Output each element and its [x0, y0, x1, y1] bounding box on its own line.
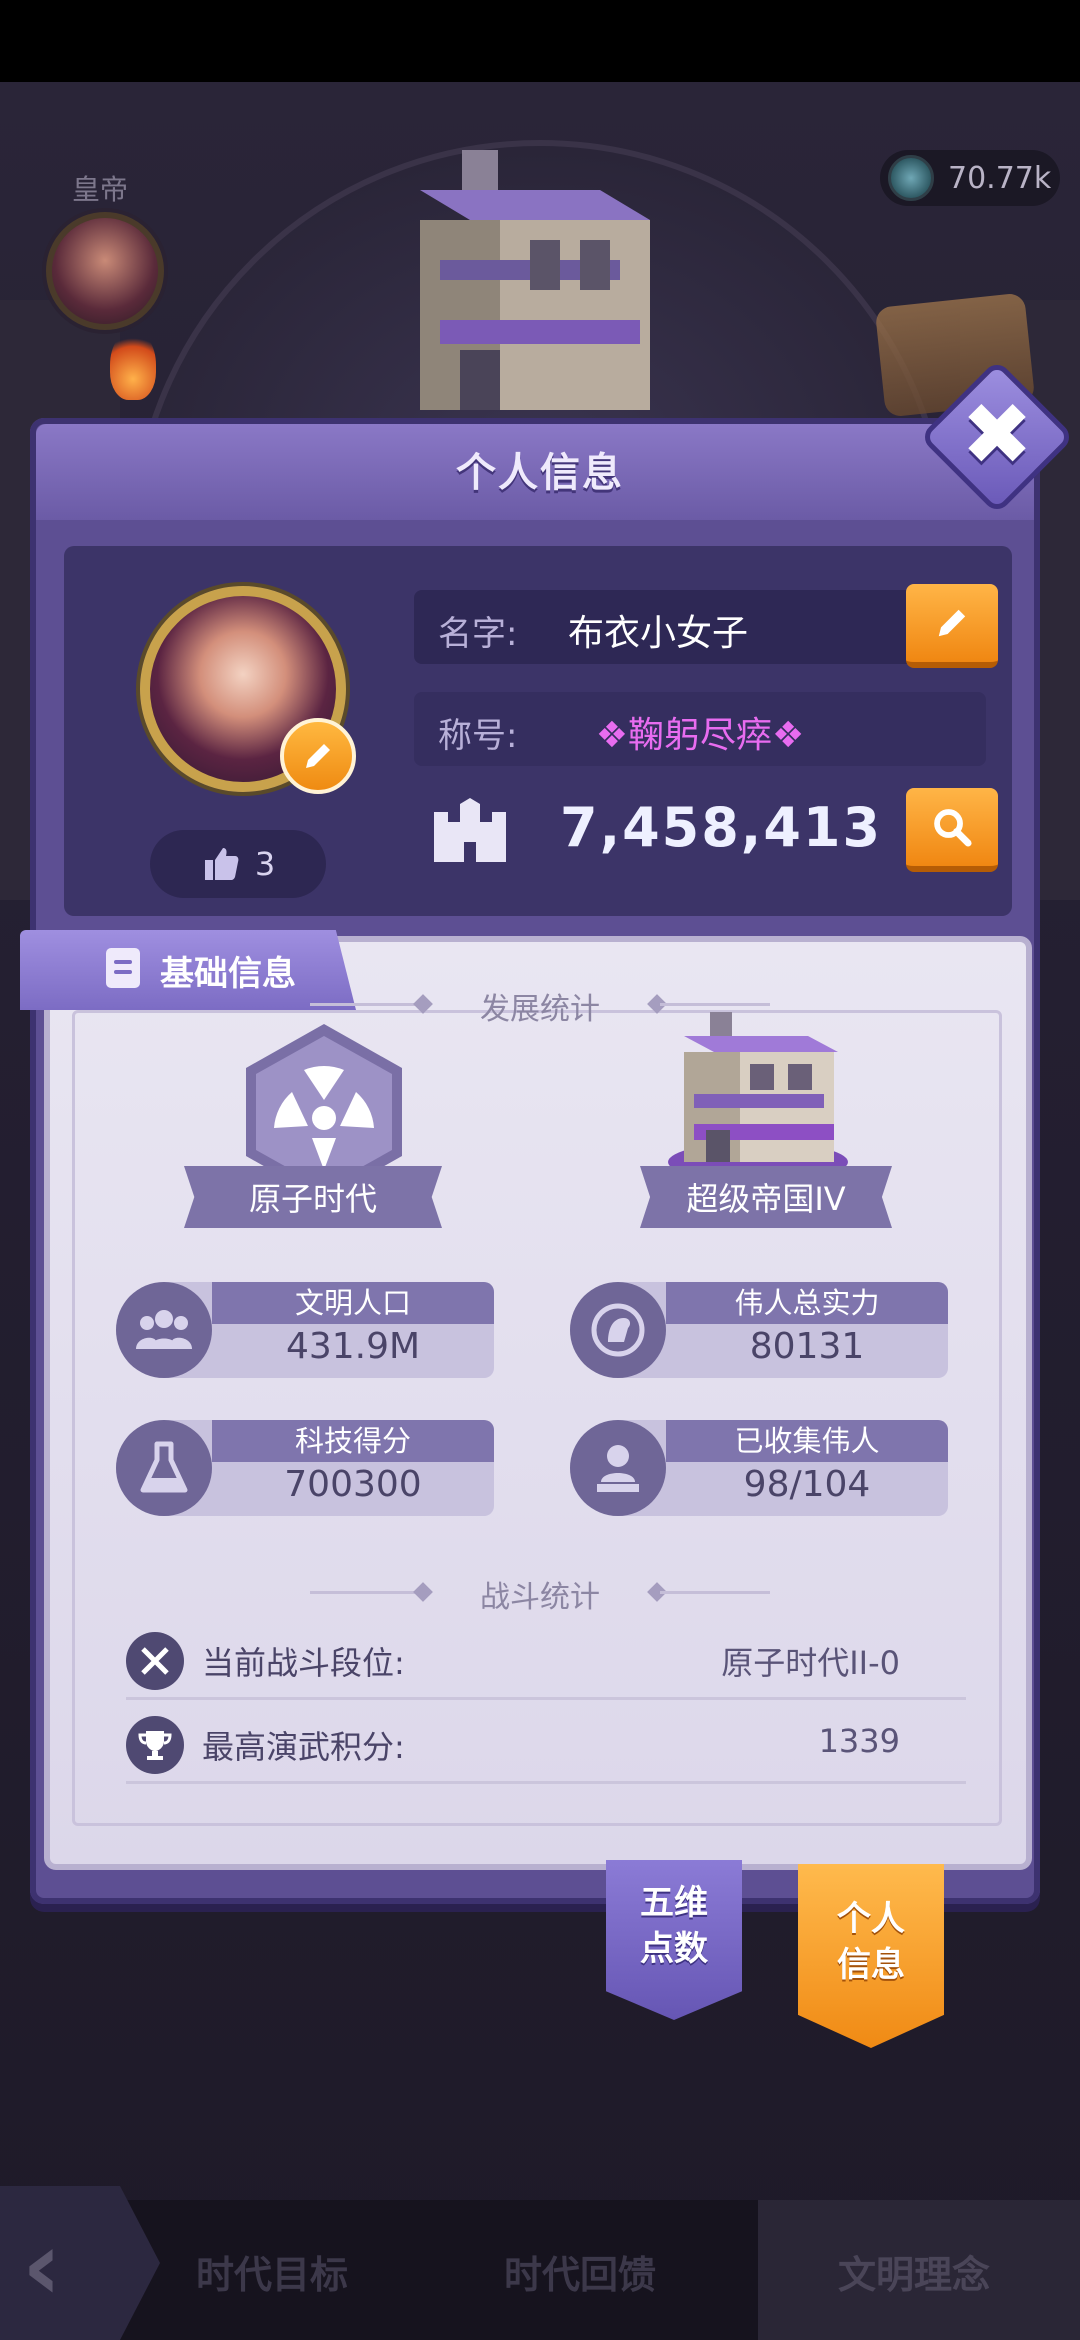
avatar-edit-button[interactable] [280, 718, 356, 794]
people-icon [116, 1282, 212, 1378]
power-value: 7,458,413 [560, 796, 883, 859]
currency-value: 70.77k [948, 160, 1052, 196]
arena-score-label: 最高演武积分: [202, 1728, 405, 1766]
castle-icon [434, 798, 506, 862]
name-value: 布衣小女子 [568, 613, 749, 654]
arena-score-row: 最高演武积分: 1339 [126, 1702, 966, 1784]
divider [660, 1003, 770, 1006]
nav-era-goal[interactable]: 时代目标 [196, 2244, 348, 2299]
tab-five-dimensions-label: 五维 点数 [640, 1883, 708, 1969]
trophy-icon [126, 1716, 184, 1774]
battle-rank-value: 原子时代II-0 [721, 1644, 900, 1682]
like-button[interactable]: 3 [150, 830, 326, 898]
flask-icon [116, 1420, 212, 1516]
name-label: 名字: [438, 614, 518, 654]
title-value: ❖鞠躬尽瘁❖ [595, 715, 805, 756]
search-button[interactable] [906, 788, 998, 872]
pencil-icon [306, 744, 330, 768]
currency-display[interactable]: 70.77k [880, 150, 1060, 206]
bust-icon [570, 1420, 666, 1516]
panel-title: 个人信息 [456, 450, 624, 496]
stat-tech-score: 科技得分 700300 [116, 1420, 494, 1516]
empire-name-ribbon: 超级帝国IV [640, 1166, 892, 1228]
title-field: 称号: ❖鞠躬尽瘁❖ [414, 692, 986, 766]
divider [660, 1591, 770, 1594]
edit-name-button[interactable] [906, 584, 998, 668]
pencil-icon [938, 609, 966, 637]
battle-rank-label: 当前战斗段位: [202, 1644, 405, 1682]
dev-section-heading: 发展统计 [480, 992, 600, 1027]
close-icon: ✖ [960, 385, 1034, 485]
close-button[interactable]: ✖ [919, 359, 1075, 515]
stat-label: 伟人总实力 [666, 1282, 948, 1324]
stat-label: 已收集伟人 [666, 1420, 948, 1462]
era-name: 原子时代 [248, 1180, 377, 1218]
tab-personal-info-label: 个人 信息 [837, 1899, 905, 1985]
nav-civilization-idea[interactable]: 文明理念 [838, 2244, 990, 2299]
coin-icon [888, 155, 934, 201]
empire-building-icon[interactable] [658, 1012, 858, 1182]
document-icon [106, 948, 140, 988]
battle-section-heading: 战斗统计 [480, 1580, 600, 1615]
like-count: 3 [254, 845, 276, 883]
stat-collected-great-people: 已收集伟人 98/104 [570, 1420, 948, 1516]
portrait-icon [570, 1282, 666, 1378]
arena-score-value: 1339 [818, 1722, 900, 1760]
stat-value: 80131 [749, 1326, 865, 1367]
stat-value: 98/104 [743, 1464, 871, 1505]
status-bar [0, 0, 1080, 82]
torch-icon [110, 330, 156, 400]
name-field: 名字: 布衣小女子 [414, 590, 986, 664]
stat-great-people-power: 伟人总实力 80131 [570, 1282, 948, 1378]
stat-value: 431.9M [285, 1326, 421, 1367]
stat-label: 文明人口 [212, 1282, 494, 1324]
battle-rank-row: 当前战斗段位: 原子时代II-0 [126, 1618, 966, 1700]
thumbs-up-icon [204, 848, 239, 880]
background-building-icon [420, 150, 650, 410]
search-icon [934, 809, 972, 847]
era-name-ribbon: 原子时代 [184, 1166, 442, 1228]
radiation-icon [274, 1066, 374, 1170]
empire-name: 超级帝国IV [686, 1180, 846, 1218]
top-avatar[interactable] [46, 212, 164, 330]
stat-population: 文明人口 431.9M [116, 1282, 494, 1378]
crossed-swords-icon [126, 1632, 184, 1690]
stat-label: 科技得分 [212, 1420, 494, 1462]
nav-era-reward[interactable]: 时代回馈 [504, 2244, 656, 2299]
emperor-label: 皇帝 [72, 173, 129, 206]
chevron-left-icon: ‹ [22, 2210, 62, 2322]
stat-value: 700300 [284, 1464, 422, 1505]
